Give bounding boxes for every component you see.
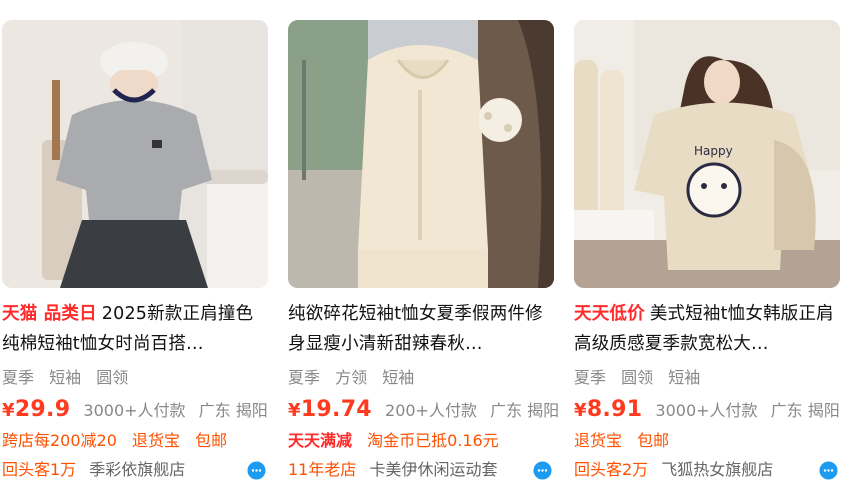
shop-badge: 回头客1万 — [2, 460, 77, 479]
shop-badge: 11年老店 — [288, 460, 357, 479]
attribute: 短袖 — [382, 368, 415, 387]
product-image-3[interactable]: Happy — [574, 20, 840, 288]
promo-item: 包邮 — [195, 431, 228, 450]
product-card-3[interactable]: Happy 天天低价 美式短袖t恤女韩版正肩高级质感夏季款宽松大… 夏季 圆领 短… — [574, 0, 840, 494]
attribute: 夏季 — [2, 368, 35, 387]
price: ¥29.9 — [2, 397, 71, 422]
promo-row: 跨店每200减20 退货宝 包邮 — [2, 430, 237, 452]
shop-row[interactable]: 11年老店 卡美伊休闲运动套 — [288, 459, 554, 481]
promo-item: 天天满减 — [288, 431, 353, 450]
attribute: 短袖 — [668, 368, 701, 387]
attribute-list: 夏季 圆领 短袖 — [574, 367, 710, 389]
svg-text:Happy: Happy — [694, 144, 733, 158]
promo-tag: 天天低价 — [574, 304, 645, 324]
promo-row: 退货宝 包邮 — [574, 430, 679, 452]
product-grid: 天猫 品类日 2025新款正肩撞色纯棉短袖t恤女时尚百搭… 夏季 短袖 圆领 ¥2… — [0, 0, 858, 494]
shop-name[interactable]: 季彩依旗舰店 — [89, 460, 185, 479]
shop-row[interactable]: 回头客2万 飞狐热女旗舰店 — [574, 459, 840, 481]
chat-bubble-icon[interactable] — [533, 461, 552, 480]
attribute: 圆领 — [96, 368, 129, 387]
sold-count: 3000+人付款 — [655, 401, 758, 420]
price: ¥8.91 — [574, 397, 643, 422]
attribute-list: 夏季 短袖 圆领 — [2, 367, 138, 389]
price-row: ¥29.9 3000+人付款 广东 揭阳 — [2, 396, 268, 425]
promo-item: 跨店每200减20 — [2, 431, 117, 450]
attribute: 圆领 — [621, 368, 654, 387]
chat-bubble-icon[interactable] — [819, 461, 838, 480]
product-image-2[interactable] — [288, 20, 554, 288]
attribute-list: 夏季 方领 短袖 — [288, 367, 424, 389]
product-title-3[interactable]: 天天低价 美式短袖t恤女韩版正肩高级质感夏季款宽松大… — [574, 299, 840, 359]
chat-bubble-icon[interactable] — [247, 461, 266, 480]
sold-count: 3000+人付款 — [83, 401, 186, 420]
promo-row: 天天满减 淘金币已抵0.16元 — [288, 430, 509, 452]
price-row: ¥8.91 3000+人付款 广东 揭阳 — [574, 396, 840, 425]
price-row: ¥19.74 200+人付款 广东 揭阳 — [288, 396, 559, 425]
product-card-1[interactable]: 天猫 品类日 2025新款正肩撞色纯棉短袖t恤女时尚百搭… 夏季 短袖 圆领 ¥2… — [2, 0, 268, 494]
ship-location: 广东 揭阳 — [490, 401, 560, 420]
shop-name[interactable]: 卡美伊休闲运动套 — [369, 460, 497, 479]
product-card-2[interactable]: 纯欲碎花短袖t恤女夏季假两件修身显瘦小清新甜辣春秋… 夏季 方领 短袖 ¥19.… — [288, 0, 559, 494]
shop-badge: 回头客2万 — [574, 460, 649, 479]
attribute: 夏季 — [574, 368, 607, 387]
promo-item: 退货宝 — [132, 431, 181, 450]
product-title-2[interactable]: 纯欲碎花短袖t恤女夏季假两件修身显瘦小清新甜辣春秋… — [288, 299, 554, 359]
ship-location: 广东 揭阳 — [770, 401, 840, 420]
shop-row[interactable]: 回头客1万 季彩依旗舰店 — [2, 459, 268, 481]
attribute: 方领 — [335, 368, 368, 387]
promo-item: 退货宝 — [574, 431, 623, 450]
sold-count: 200+人付款 — [385, 401, 477, 420]
attribute: 夏季 — [288, 368, 321, 387]
promo-item: 包邮 — [637, 431, 670, 450]
shop-name[interactable]: 飞狐热女旗舰店 — [661, 460, 773, 479]
product-image-1[interactable] — [2, 20, 268, 288]
attribute: 短袖 — [49, 368, 82, 387]
ship-location: 广东 揭阳 — [198, 401, 268, 420]
product-title-1[interactable]: 天猫 品类日 2025新款正肩撞色纯棉短袖t恤女时尚百搭… — [2, 299, 268, 359]
promo-tag: 天猫 品类日 — [2, 304, 97, 324]
title-text: 纯欲碎花短袖t恤女夏季假两件修身显瘦小清新甜辣春秋… — [288, 304, 543, 354]
price: ¥19.74 — [288, 397, 372, 422]
promo-item: 淘金币已抵0.16元 — [367, 431, 499, 450]
